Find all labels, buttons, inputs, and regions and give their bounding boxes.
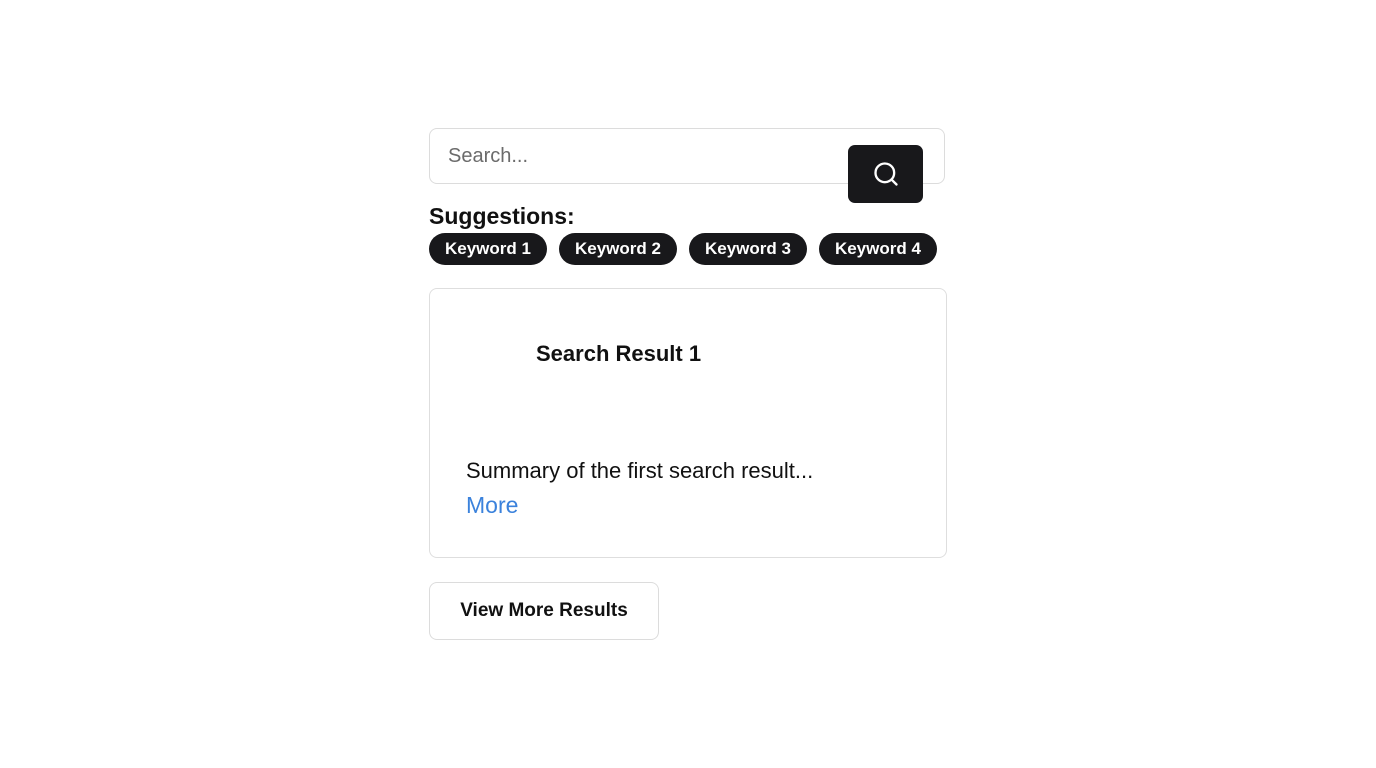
search-button[interactable] — [848, 145, 923, 203]
search-result-summary: Summary of the first search result... — [466, 458, 814, 483]
search-input[interactable] — [430, 129, 830, 183]
suggestion-chips: Keyword 1 Keyword 2 Keyword 3 Keyword 4 — [429, 233, 947, 265]
search-page: Suggestions: Keyword 1 Keyword 2 Keyword… — [0, 0, 1376, 768]
search-result-title: Search Result 1 — [536, 341, 702, 366]
search-result-more-link[interactable]: More — [466, 490, 518, 520]
search-result-card: Search Result 1 Summary of the first sea… — [429, 288, 947, 558]
suggestion-chip-keyword-1[interactable]: Keyword 1 — [429, 233, 547, 265]
search-icon — [873, 162, 898, 186]
suggestion-chip-keyword-2[interactable]: Keyword 2 — [558, 233, 677, 265]
view-more-results-button[interactable]: View More Results — [429, 582, 659, 640]
suggestions-heading: Suggestions: — [429, 203, 575, 229]
suggestion-chip-keyword-4[interactable]: Keyword 4 — [818, 233, 937, 265]
suggestion-chip-keyword-3[interactable]: Keyword 3 — [688, 233, 807, 265]
